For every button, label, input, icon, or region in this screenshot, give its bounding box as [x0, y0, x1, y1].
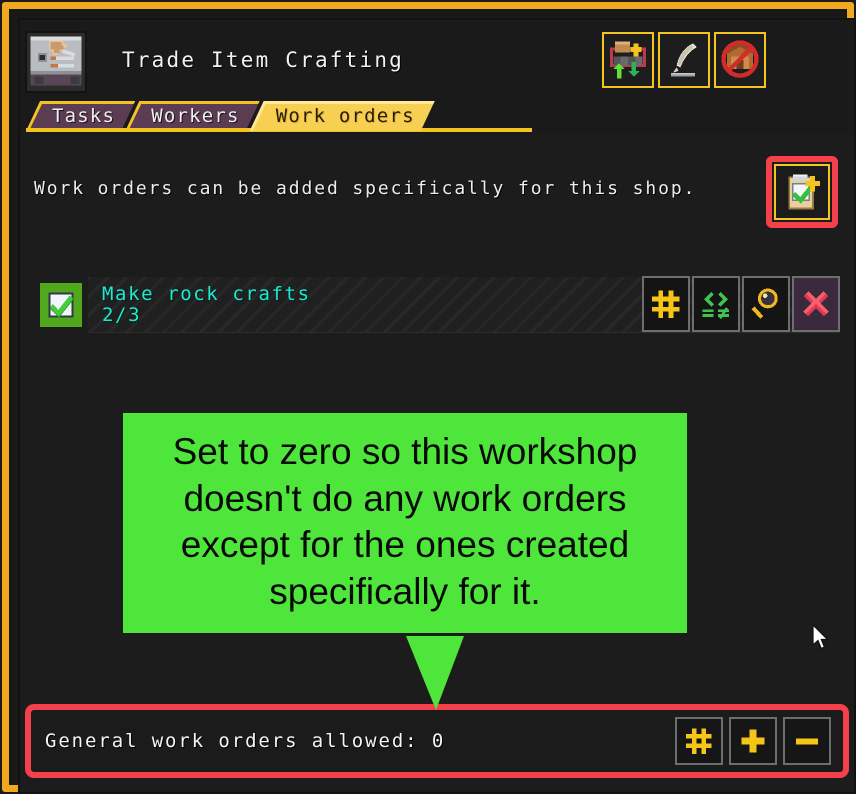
no-building-icon[interactable] [714, 32, 766, 88]
page-title: Trade Item Crafting [122, 48, 405, 72]
details-magnifier-icon[interactable] [742, 276, 790, 332]
quill-rename-icon[interactable] [658, 32, 710, 88]
annotation-callout-tail [406, 636, 464, 710]
window-header: Trade Item Crafting [20, 20, 854, 98]
general-plus-icon[interactable] [729, 717, 777, 765]
header-tool-group [602, 32, 766, 88]
general-work-orders-bar: General work orders allowed: 0 [25, 704, 849, 778]
tab-tasks[interactable]: Tasks [26, 101, 135, 131]
work-order-actions [642, 276, 840, 332]
general-work-orders-actions [675, 717, 831, 765]
annotation-callout: Set to zero so this workshop doesn't do … [123, 413, 687, 634]
craftsman-workshop-icon [25, 31, 87, 93]
delete-x-icon[interactable] [792, 276, 840, 332]
add-work-order-button[interactable] [774, 164, 830, 220]
general-minus-icon[interactable] [783, 717, 831, 765]
work-order-text: Make rock crafts 2/3 [102, 284, 311, 325]
conditions-compare-icon[interactable] [692, 276, 740, 332]
work-order-list: Make rock crafts 2/3 [20, 274, 854, 336]
add-work-order-wrap [766, 156, 838, 228]
quantity-hash-icon[interactable] [642, 276, 690, 332]
tab-workers-label: Workers [151, 105, 240, 127]
tab-work-orders-label: Work orders [275, 105, 415, 127]
work-order-count: 2/3 [102, 304, 142, 326]
general-work-orders-label: General work orders allowed: 0 [45, 730, 446, 752]
panel-description: Work orders can be added specifically fo… [34, 178, 697, 199]
stockpile-links-icon[interactable] [602, 32, 654, 88]
work-order-enabled-checkbox[interactable] [38, 281, 84, 329]
general-hash-icon[interactable] [675, 717, 723, 765]
tab-workers[interactable]: Workers [125, 101, 259, 131]
work-order-name: Make rock crafts [102, 283, 311, 306]
tab-bar: Tasks Workers Work orders [26, 99, 425, 131]
tab-work-orders[interactable]: Work orders [250, 101, 435, 131]
work-order-row[interactable]: Make rock crafts 2/3 [38, 274, 840, 336]
tab-tasks-label: Tasks [52, 105, 116, 127]
game-window: Trade Item Crafting Tasks Workers Work o… [0, 0, 856, 794]
